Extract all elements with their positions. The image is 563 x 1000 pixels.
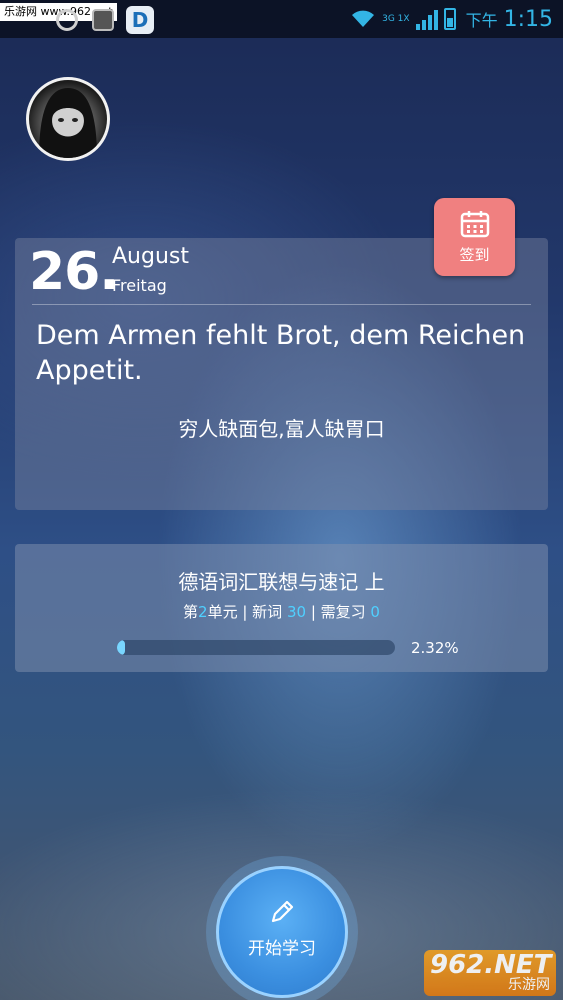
progress-bar <box>117 640 395 655</box>
battery-icon <box>443 8 456 30</box>
pencil-icon <box>271 900 294 922</box>
unit-prefix: 第 <box>183 603 199 621</box>
app-notification-icon <box>92 9 114 31</box>
card-divider <box>32 304 531 305</box>
watermark-logo: 962.NET 乐游网 <box>424 950 556 996</box>
course-title: 德语词汇联想与速记 上 <box>178 570 385 594</box>
quote-german: Dem Armen fehlt Brot, dem Reichen Appeti… <box>36 320 526 386</box>
network-type-label: 3G 1X <box>382 14 410 24</box>
status-bar: 乐游网 www.962.net D 3G 1X 下午 1:15 <box>0 0 563 38</box>
progress-percent: 2.32% <box>411 639 459 657</box>
clock-time: 1:15 <box>503 6 553 32</box>
course-card[interactable]: 德语词汇联想与速记 上 第2单元 | 新词 30 | 需复习 0 2.32% <box>15 544 548 672</box>
sync-icon <box>56 9 78 31</box>
checkin-label: 签到 <box>459 245 490 264</box>
new-words-count: 30 <box>286 603 307 621</box>
date-month: August <box>112 244 189 269</box>
date-day: 26. <box>29 242 119 302</box>
unit-suffix: 单元 | 新词 <box>207 603 287 621</box>
date-weekday: Freitag <box>112 276 167 295</box>
daily-quote-card: 26. August Freitag Dem Armen fehlt Brot,… <box>15 238 548 510</box>
start-learning-label: 开始学习 <box>248 938 316 959</box>
avatar-portrait-icon <box>39 88 97 158</box>
signal-icon <box>415 8 438 30</box>
start-learning-button[interactable]: 开始学习 <box>216 866 348 998</box>
watermark-logo-subtext: 乐游网 <box>508 977 550 993</box>
review-prefix: | 需复习 <box>306 603 371 621</box>
progress-fill <box>117 640 125 655</box>
wifi-icon <box>352 10 375 27</box>
review-count: 0 <box>370 603 380 621</box>
time-period: 下午 <box>465 11 498 30</box>
unit-number: 2 <box>198 603 208 621</box>
course-stats: 第2单元 | 新词 30 | 需复习 0 <box>15 601 548 622</box>
calendar-icon <box>460 210 489 237</box>
checkin-button[interactable]: 签到 <box>434 198 515 276</box>
app-d-icon: D <box>126 6 154 34</box>
user-avatar[interactable] <box>26 77 110 161</box>
quote-chinese: 穷人缺面包,富人缺胃口 <box>178 417 385 441</box>
